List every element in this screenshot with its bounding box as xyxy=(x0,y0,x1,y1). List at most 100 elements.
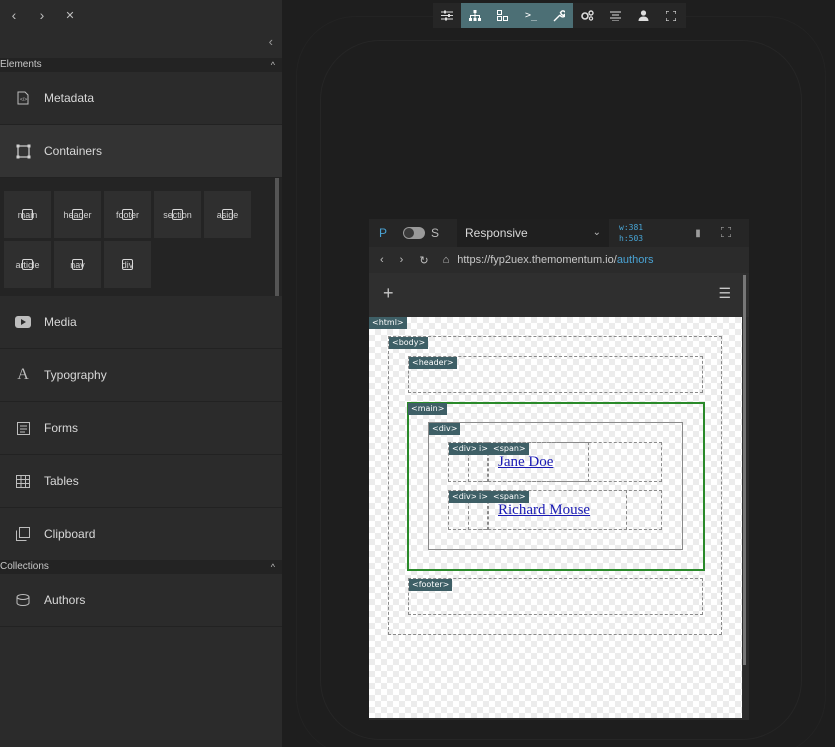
url-bar: ‹ › ↻ ⌂ https://fyp2uex.themomentum.io/a… xyxy=(369,247,749,273)
preview-mode-p[interactable]: P xyxy=(369,226,397,240)
table-icon xyxy=(15,473,31,489)
square-icon xyxy=(22,209,33,220)
collections-section-header[interactable]: Collections ^ xyxy=(0,560,282,574)
back-icon[interactable]: ‹ xyxy=(380,254,384,266)
element-media[interactable]: Media xyxy=(0,296,282,349)
containers-palette: main header footer section aside article… xyxy=(0,178,282,296)
body-tag[interactable]: <body> xyxy=(389,337,429,349)
home-icon[interactable]: ⌂ xyxy=(443,254,450,266)
address-field[interactable]: https://fyp2uex.themomentum.io/authors xyxy=(457,254,653,266)
viewport-value: Responsive xyxy=(465,226,528,240)
square-icon xyxy=(172,209,183,220)
square-icon xyxy=(72,259,83,270)
close-icon[interactable]: ✕ xyxy=(62,9,78,22)
clipboard-icon xyxy=(15,526,31,542)
square-icon xyxy=(122,259,133,270)
refresh-icon[interactable]: ↻ xyxy=(419,254,428,267)
main-tag[interactable]: <main> xyxy=(408,403,448,415)
element-label: Clipboard xyxy=(44,527,96,541)
chevron-up-icon[interactable]: ^ xyxy=(271,58,275,72)
back-icon[interactable]: ‹ xyxy=(6,7,22,23)
preview-mode-s[interactable]: S xyxy=(431,226,451,240)
element-clipboard[interactable]: Clipboard xyxy=(0,508,282,561)
mode-toggle[interactable] xyxy=(403,227,425,239)
element-metadata[interactable]: </> Metadata xyxy=(0,72,282,125)
user-icon[interactable] xyxy=(629,3,657,28)
viewport-dimensions: w:381 h:503 xyxy=(609,219,687,247)
element-label: Metadata xyxy=(44,91,95,105)
top-navigation: ‹ › ✕ xyxy=(0,0,282,30)
fullscreen-icon[interactable] xyxy=(719,225,733,240)
square-icon xyxy=(122,209,133,220)
align-center-icon[interactable] xyxy=(601,3,629,28)
elements-section-label: Elements xyxy=(0,59,42,70)
chevron-up-icon[interactable]: ^ xyxy=(271,560,275,574)
hamburger-menu-icon[interactable]: ☰ xyxy=(718,285,731,302)
sitemap-icon[interactable] xyxy=(461,3,489,28)
element-label: Containers xyxy=(44,144,103,158)
containers-icon xyxy=(15,143,31,159)
fullscreen-icon[interactable] xyxy=(657,3,685,28)
rendered-page[interactable]: <html> <body> <header> <main> <div> <div… xyxy=(369,317,742,718)
preview-header: P S Responsive ⌄ w:381 h:503 ▮ xyxy=(369,219,749,247)
html-tag[interactable]: <html> xyxy=(369,317,407,329)
palette-scrollbar[interactable] xyxy=(275,178,279,296)
i-tag[interactable]: i> xyxy=(476,491,491,503)
viewport-width: w:381 xyxy=(619,223,644,232)
cogs-icon[interactable] xyxy=(573,3,601,28)
chevron-down-icon: ⌄ xyxy=(592,227,601,238)
preview-scrollbar[interactable] xyxy=(743,275,746,665)
author-link[interactable]: Jane Doe xyxy=(498,454,553,471)
container-tile-main[interactable]: main xyxy=(4,191,51,238)
plus-icon[interactable]: + xyxy=(383,283,394,304)
wrench-icon[interactable] xyxy=(545,3,573,28)
collections-section-label: Collections xyxy=(0,561,49,572)
container-tile-section[interactable]: section xyxy=(154,191,201,238)
element-containers[interactable]: Containers xyxy=(0,125,282,178)
square-icon xyxy=(222,209,233,220)
author-link[interactable]: Richard Mouse xyxy=(498,502,590,519)
container-tile-aside[interactable]: aside xyxy=(204,191,251,238)
app-navbar: + ☰ xyxy=(369,273,749,317)
collapse-row: ‹ xyxy=(0,30,282,58)
element-forms[interactable]: Forms xyxy=(0,402,282,455)
collapse-sidebar-icon[interactable]: ‹ xyxy=(269,34,273,49)
app-root: ‹ › ✕ ‹ Elements ^ </> Metadata Containe… xyxy=(0,0,835,747)
element-label: Typography xyxy=(44,368,107,382)
components-icon[interactable] xyxy=(489,3,517,28)
forward-icon[interactable]: › xyxy=(400,254,404,266)
i-tag[interactable]: i> xyxy=(476,443,491,455)
terminal-icon[interactable]: >_ xyxy=(517,3,545,28)
device-icon[interactable]: ▮ xyxy=(691,228,705,239)
header-tag[interactable]: <header> xyxy=(409,357,457,369)
element-typography[interactable]: A Typography xyxy=(0,349,282,402)
forms-icon xyxy=(15,420,31,436)
typography-icon: A xyxy=(17,366,29,383)
viewport-select[interactable]: Responsive ⌄ xyxy=(457,219,609,247)
container-tile-article[interactable]: article xyxy=(4,241,51,288)
metadata-icon: </> xyxy=(15,90,31,106)
container-tile-footer[interactable]: footer xyxy=(104,191,151,238)
container-tile-div[interactable]: div xyxy=(104,241,151,288)
elements-section-header[interactable]: Elements ^ xyxy=(0,58,282,72)
youtube-icon xyxy=(15,314,31,330)
preview-window: P S Responsive ⌄ w:381 h:503 ▮ ‹ › ↻ ⌂ h… xyxy=(369,219,749,720)
container-tile-header[interactable]: header xyxy=(54,191,101,238)
square-icon xyxy=(22,259,33,270)
design-canvas[interactable]: >_ P S Responsive ⌄ w:381 h:503 ▮ ‹ › ↻ … xyxy=(282,0,835,747)
square-icon xyxy=(72,209,83,220)
sliders-icon[interactable] xyxy=(433,3,461,28)
elements-sidebar: ‹ › ✕ ‹ Elements ^ </> Metadata Containe… xyxy=(0,0,282,747)
div-tag[interactable]: <div> xyxy=(429,423,461,435)
viewport-height: h:503 xyxy=(619,234,644,243)
element-label: Media xyxy=(44,315,77,329)
footer-tag[interactable]: <footer> xyxy=(409,579,453,591)
collection-authors[interactable]: Authors xyxy=(0,574,282,627)
forward-icon[interactable]: › xyxy=(34,7,50,23)
svg-text:</>: </> xyxy=(20,97,27,103)
database-icon xyxy=(15,592,31,608)
element-tables[interactable]: Tables xyxy=(0,455,282,508)
element-label: Tables xyxy=(44,474,79,488)
canvas-toolbar: >_ xyxy=(433,3,686,28)
container-tile-nav[interactable]: nav xyxy=(54,241,101,288)
